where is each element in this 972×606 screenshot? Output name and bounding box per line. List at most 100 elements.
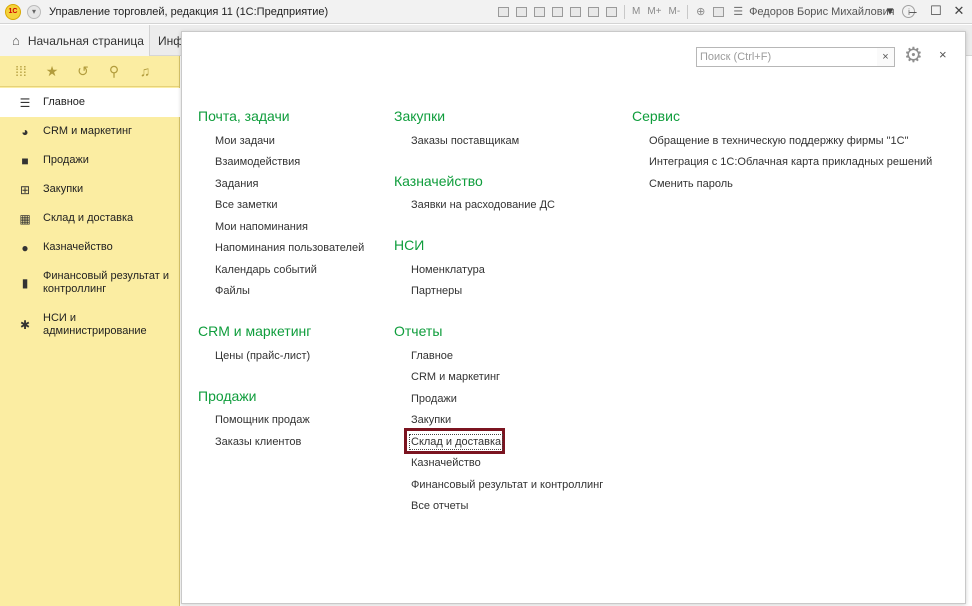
- link-my-reminders[interactable]: Мои напоминания: [215, 221, 308, 233]
- menu-icon: ☰: [19, 96, 31, 110]
- link-customer-orders[interactable]: Заказы клиентов: [215, 436, 301, 448]
- section-commands-panel: × ⚙ × Почта, задачи Мои задачи Взаимодей…: [181, 31, 966, 604]
- main-menu-button[interactable]: ▾: [27, 4, 41, 19]
- sidebar-item-label: Продажи: [43, 154, 89, 166]
- bell-icon[interactable]: ♫: [137, 63, 153, 79]
- memory-plus-button[interactable]: M+: [645, 6, 663, 17]
- title-bar: 1С ▾ Управление торговлей, редакция 11 (…: [0, 0, 972, 24]
- star-icon[interactable]: ★: [44, 63, 60, 80]
- search-icon[interactable]: ⚲: [106, 63, 122, 80]
- table-icon[interactable]: [586, 4, 601, 19]
- save-icon[interactable]: [496, 4, 511, 19]
- cart-icon: ⊞: [19, 183, 31, 197]
- section-heading-nsi: НСИ: [394, 237, 425, 253]
- link-icon[interactable]: [550, 4, 565, 19]
- calendar-icon[interactable]: [604, 4, 619, 19]
- bar-chart-icon: ▮: [21, 276, 29, 290]
- close-window-icon[interactable]: ✕: [952, 3, 966, 19]
- home-icon: ⌂: [12, 33, 20, 48]
- sidebar-item-label: Главное: [43, 96, 86, 108]
- link-files[interactable]: Файлы: [215, 285, 250, 297]
- section-heading-treasury: Казначейство: [394, 173, 483, 189]
- tab-home[interactable]: ⌂ Начальная страница: [0, 25, 150, 56]
- link-report-purchases[interactable]: Закупки: [411, 414, 451, 426]
- link-sales-assistant[interactable]: Помощник продаж: [215, 414, 310, 426]
- minimize-icon[interactable]: –: [906, 4, 920, 19]
- window-controls: ▾ – ☐ ✕: [883, 3, 966, 19]
- link-event-calendar[interactable]: Календарь событий: [215, 264, 317, 276]
- search-input[interactable]: [697, 48, 877, 66]
- sidebar-item-label: Финансовый результат и контроллинг: [43, 270, 169, 295]
- panels-icon[interactable]: [711, 4, 726, 19]
- link-report-sales[interactable]: Продажи: [411, 393, 457, 405]
- section-heading-purchases: Закупки: [394, 108, 446, 124]
- link-interactions[interactable]: Взаимодействия: [215, 156, 300, 168]
- link-report-treasury[interactable]: Казначейство: [411, 457, 481, 469]
- ruble-icon: ●: [21, 241, 29, 255]
- window-title: Управление торговлей, редакция 11 (1С:Пр…: [49, 5, 329, 18]
- memory-button[interactable]: M: [630, 6, 642, 17]
- grid-icon: ▦: [19, 212, 31, 226]
- preview-icon[interactable]: [532, 4, 547, 19]
- link-partners[interactable]: Партнеры: [411, 285, 462, 297]
- search-field[interactable]: [696, 47, 880, 67]
- history-icon[interactable]: ↺: [75, 63, 91, 80]
- sections-panel: ⁞⁞⁞ ★ ↺ ⚲ ♫ ☰ Главное ◕ CRM и маркетинг …: [0, 56, 180, 606]
- window-menu-icon[interactable]: ▾: [883, 3, 897, 19]
- link-supplier-orders[interactable]: Заказы поставщикам: [411, 135, 519, 147]
- link-all-reports[interactable]: Все отчеты: [411, 500, 468, 512]
- sidebar-item-label: НСИ и администрирование: [43, 312, 147, 337]
- sidebar-item-crm[interactable]: ◕ CRM и маркетинг: [0, 117, 180, 146]
- link-payment-requests[interactable]: Заявки на расходование ДС: [411, 199, 555, 211]
- section-heading-service: Сервис: [632, 108, 680, 124]
- sidebar-item-main[interactable]: ☰ Главное: [0, 88, 180, 117]
- apps-icon[interactable]: ⁞⁞⁞: [13, 63, 29, 79]
- link-report-financial-result[interactable]: Финансовый результат и контроллинг: [411, 479, 603, 491]
- link-support-request[interactable]: Обращение в техническую поддержку фирмы …: [649, 135, 909, 147]
- maximize-icon[interactable]: ☐: [929, 3, 943, 19]
- search-clear-button[interactable]: ×: [877, 47, 895, 67]
- link-change-password[interactable]: Сменить пароль: [649, 178, 733, 190]
- quick-access-bar: ⁞⁞⁞ ★ ↺ ⚲ ♫: [0, 56, 179, 87]
- toolbar-separator: [624, 4, 625, 19]
- section-heading-reports: Отчеты: [394, 323, 443, 339]
- link-assignments[interactable]: Задания: [215, 178, 258, 190]
- section-heading-crm: CRM и маркетинг: [198, 323, 312, 339]
- bag-icon: ■: [21, 154, 29, 168]
- close-panel-button[interactable]: ×: [939, 47, 947, 62]
- section-heading-mail-tasks: Почта, задачи: [198, 108, 290, 124]
- memory-minus-button[interactable]: M-: [667, 6, 683, 17]
- toolbar-separator: [687, 4, 689, 19]
- gear-icon: ✱: [19, 318, 31, 332]
- link-report-main[interactable]: Главное: [411, 350, 453, 362]
- user-icon: ☰: [733, 6, 744, 18]
- app-logo: 1С: [5, 3, 21, 20]
- link-cloud-map-integration[interactable]: Интеграция с 1С:Облачная карта прикладны…: [649, 156, 932, 168]
- print-icon[interactable]: [514, 4, 529, 19]
- sidebar-item-warehouse[interactable]: ▦ Склад и доставка: [0, 204, 180, 233]
- link-user-reminders[interactable]: Напоминания пользователей: [215, 242, 364, 254]
- link-report-crm[interactable]: CRM и маркетинг: [411, 371, 500, 383]
- sidebar-item-label: Закупки: [43, 183, 84, 195]
- sidebar-item-purchases[interactable]: ⊞ Закупки: [0, 175, 180, 204]
- send-icon[interactable]: [568, 4, 583, 19]
- link-report-warehouse[interactable]: Склад и доставка: [408, 434, 504, 450]
- settings-gear-icon[interactable]: ⚙: [904, 44, 923, 68]
- sidebar-item-label: CRM и маркетинг: [43, 125, 133, 137]
- link-price-list[interactable]: Цены (прайс-лист): [215, 350, 310, 362]
- sidebar-item-financial-result[interactable]: ▮ Финансовый результат и контроллинг: [0, 262, 180, 304]
- zoom-icon[interactable]: ⊕: [693, 4, 708, 19]
- sidebar-item-label: Склад и доставка: [43, 212, 134, 224]
- link-nomenclature[interactable]: Номенклатура: [411, 264, 485, 276]
- link-all-notes[interactable]: Все заметки: [215, 199, 277, 211]
- sidebar-item-sales[interactable]: ■ Продажи: [0, 146, 180, 175]
- pie-icon: ◕: [21, 125, 29, 139]
- titlebar-toolbar: M M+ M- ⊕ ☰ Федоров Борис Михайлович i: [496, 4, 916, 19]
- current-user[interactable]: Федоров Борис Михайлович: [749, 6, 894, 18]
- link-my-tasks[interactable]: Мои задачи: [215, 135, 275, 147]
- sidebar-item-admin[interactable]: ✱ НСИ и администрирование: [0, 304, 180, 346]
- tab-home-label: Начальная страница: [27, 33, 144, 48]
- section-heading-sales: Продажи: [198, 388, 257, 404]
- sidebar-item-treasury[interactable]: ● Казначейство: [0, 233, 180, 262]
- sidebar-item-label: Казначейство: [43, 241, 113, 253]
